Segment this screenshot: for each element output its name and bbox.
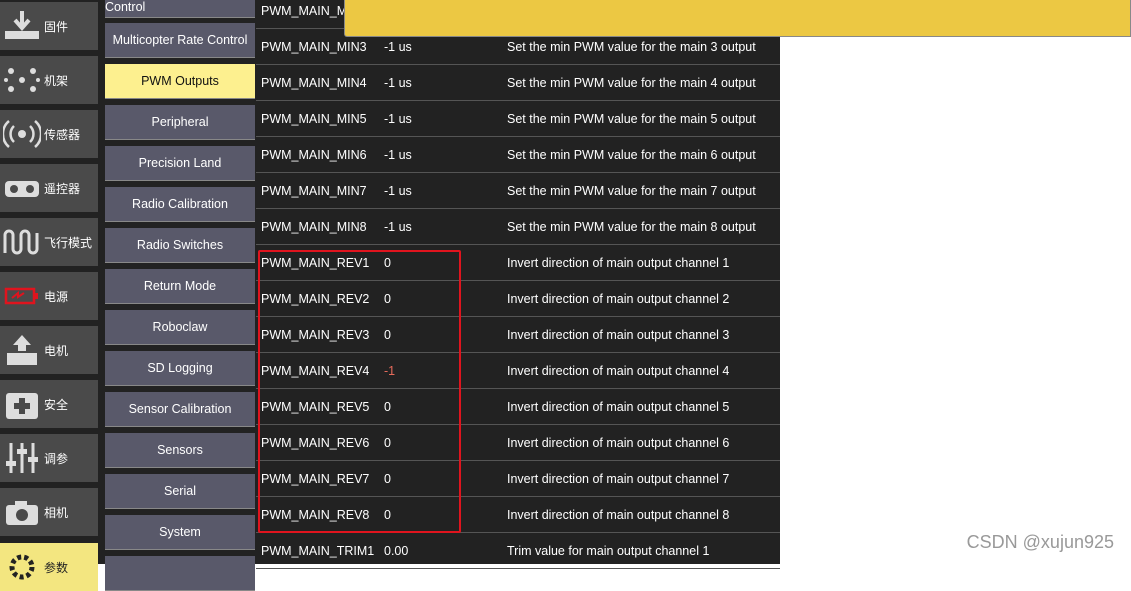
nav-sensors[interactable]: 传感器 [0, 110, 98, 158]
group-pwm-outputs[interactable]: PWM Outputs [105, 64, 255, 99]
group-peripheral[interactable]: Peripheral [105, 105, 255, 140]
param-name: PWM_MAIN_TRIM1 [261, 544, 375, 558]
param-description: Set the min PWM value for the main 4 out… [507, 76, 756, 90]
param-name: PWM_MAIN_MIN6 [261, 148, 367, 162]
param-description: Trim value for main output channel 1 [507, 544, 710, 558]
nav-label: 电源 [44, 289, 69, 304]
nav-label: 固件 [44, 19, 69, 34]
nav-label: 相机 [44, 505, 69, 520]
param-row[interactable]: PWM_MAIN_MIN5 -1 us Set the min PWM valu… [256, 101, 780, 137]
nav-airframe[interactable]: 机架 [0, 56, 98, 104]
param-value: -1 us [384, 40, 412, 54]
param-description: Invert direction of main output channel … [507, 328, 730, 342]
watermark: CSDN @xujun925 [966, 532, 1114, 552]
flight-mode-icon [2, 222, 42, 262]
param-name: PWM_MAIN_MIN8 [261, 220, 367, 234]
param-name: PWM_MAIN_MIN3 [261, 40, 367, 54]
group-precision-land[interactable]: Precision Land [105, 146, 255, 181]
param-description: Set the min PWM value for the main 3 out… [507, 40, 756, 54]
param-value: -1 us [384, 112, 412, 126]
group-radio-switches[interactable]: Radio Switches [105, 228, 255, 263]
param-name: PWM_MAIN_M [261, 4, 348, 18]
param-description: Invert direction of main output channel … [507, 472, 730, 486]
param-description: Set the min PWM value for the main 6 out… [507, 148, 756, 162]
param-name: PWM_MAIN_MIN4 [261, 76, 367, 90]
param-row[interactable]: PWM_MAIN_MIN8 -1 us Set the min PWM valu… [256, 209, 780, 245]
setup-nav: 固件 机架 传感器 遥控器 飞行模式 电源 电机 安全 调参 相机 参数 [0, 0, 100, 591]
param-row[interactable]: PWM_MAIN_MIN7 -1 us Set the min PWM valu… [256, 173, 780, 209]
param-value: -1 us [384, 184, 412, 198]
nav-tuning[interactable]: 调参 [0, 434, 98, 482]
nav-safety[interactable]: 安全 [0, 380, 98, 428]
nav-power[interactable]: 电源 [0, 272, 98, 320]
download-icon [2, 6, 42, 46]
nav-motors[interactable]: 电机 [0, 326, 98, 374]
nav-flight-modes[interactable]: 飞行模式 [0, 218, 98, 266]
nav-label: 飞行模式 [44, 235, 93, 250]
parameter-groups: Multicopter Position Control Multicopter… [105, 0, 256, 591]
notification-banner [344, 0, 1131, 37]
param-description: Invert direction of main output channel … [507, 400, 730, 414]
param-description: Invert direction of main output channel … [507, 436, 730, 450]
nav-label: 遥控器 [44, 181, 81, 196]
tuning-icon [2, 438, 42, 478]
group-next[interactable] [105, 556, 255, 591]
param-value: -1 us [384, 76, 412, 90]
safety-icon [2, 384, 42, 424]
param-description: Invert direction of main output channel … [507, 508, 730, 522]
group-multicopter-rate-control[interactable]: Multicopter Rate Control [105, 23, 255, 58]
group-roboclaw[interactable]: Roboclaw [105, 310, 255, 345]
group-sensor-calibration[interactable]: Sensor Calibration [105, 392, 255, 427]
remote-controller-icon [2, 168, 42, 208]
nav-firmware[interactable]: 固件 [0, 2, 98, 50]
nav-label: 电机 [44, 343, 69, 358]
param-value: -1 us [384, 148, 412, 162]
param-description: Invert direction of main output channel … [507, 364, 730, 378]
param-description: Set the min PWM value for the main 8 out… [507, 220, 756, 234]
param-description: Invert direction of main output channel … [507, 256, 730, 270]
group-radio-calibration[interactable]: Radio Calibration [105, 187, 255, 222]
camera-icon [2, 492, 42, 532]
group-return-mode[interactable]: Return Mode [105, 269, 255, 304]
nav-parameters[interactable]: 参数 [0, 543, 98, 591]
param-name: PWM_MAIN_MIN5 [261, 112, 367, 126]
nav-label: 安全 [44, 397, 69, 412]
group-multicopter-position-control[interactable]: Multicopter Position Control [105, 0, 255, 18]
gear-icon [2, 547, 42, 587]
param-description: Invert direction of main output channel … [507, 292, 730, 306]
param-row[interactable]: PWM_MAIN_MIN4 -1 us Set the min PWM valu… [256, 65, 780, 101]
param-value: 0.00 [384, 544, 409, 558]
motor-icon [2, 330, 42, 370]
nav-label: 传感器 [44, 127, 81, 142]
param-row[interactable]: PWM_MAIN_MIN6 -1 us Set the min PWM valu… [256, 137, 780, 173]
nav-label: 调参 [44, 451, 69, 466]
param-name: PWM_MAIN_MIN7 [261, 184, 367, 198]
param-description: Set the min PWM value for the main 7 out… [507, 184, 756, 198]
group-serial[interactable]: Serial [105, 474, 255, 509]
nav-label: 机架 [44, 73, 69, 88]
group-sd-logging[interactable]: SD Logging [105, 351, 255, 386]
nav-radio[interactable]: 遥控器 [0, 164, 98, 212]
highlight-annotation [258, 250, 461, 533]
group-sensors[interactable]: Sensors [105, 433, 255, 468]
airframe-icon [2, 60, 42, 100]
nav-camera[interactable]: 相机 [0, 488, 98, 536]
param-value: -1 us [384, 220, 412, 234]
nav-label: 参数 [44, 560, 69, 575]
group-system[interactable]: System [105, 515, 255, 550]
param-description: Set the min PWM value for the main 5 out… [507, 112, 756, 126]
battery-icon [2, 276, 42, 316]
sensor-icon [2, 114, 42, 154]
